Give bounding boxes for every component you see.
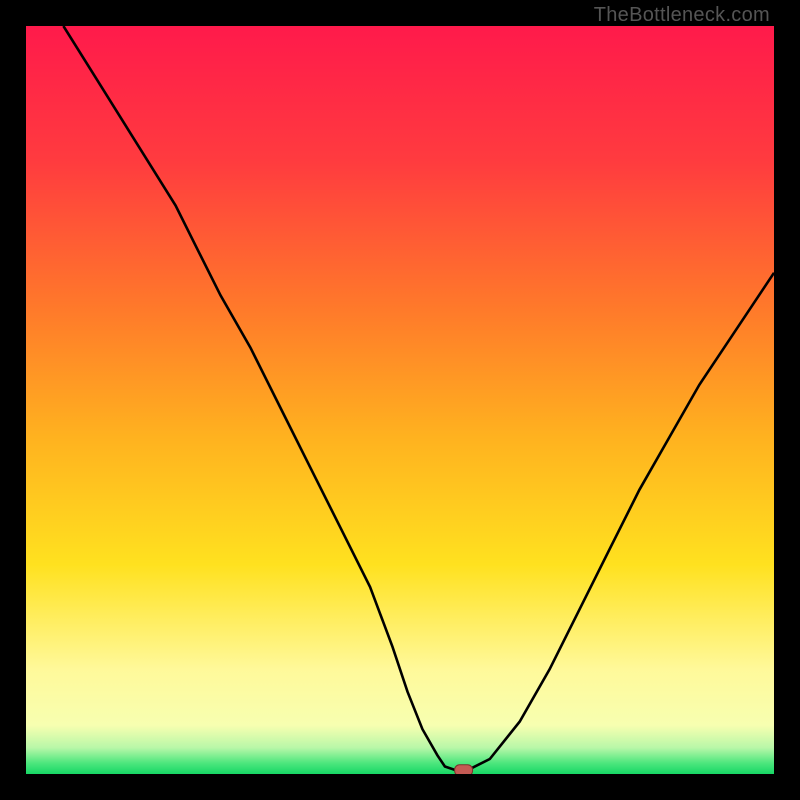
optimal-point-marker — [455, 765, 473, 774]
outer-frame: TheBottleneck.com — [0, 0, 800, 800]
gradient-background — [26, 26, 774, 774]
plot-area — [26, 26, 774, 774]
bottleneck-chart — [26, 26, 774, 774]
watermark-text: TheBottleneck.com — [594, 4, 770, 27]
